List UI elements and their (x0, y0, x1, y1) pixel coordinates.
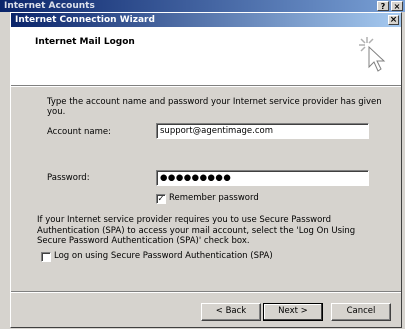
wizard-header: Internet Mail Logon (11, 27, 401, 85)
footer-separator (11, 291, 401, 293)
wizard-dialog: Internet Connection Wizard × Internet Ma… (10, 12, 402, 328)
page-title: Internet Mail Logon (35, 37, 135, 47)
close-button[interactable]: × (388, 15, 399, 25)
cancel-button[interactable]: Cancel (331, 303, 391, 321)
password-label: Password: (47, 173, 90, 183)
password-field[interactable]: ●●●●●●●●● (156, 170, 369, 186)
background-help-button[interactable]: ? (377, 1, 389, 11)
dialog-titlebar[interactable]: Internet Connection Wizard × (11, 13, 401, 27)
account-name-label: Account name: (47, 127, 111, 137)
instruction-text: Type the account name and password your … (47, 97, 382, 117)
back-button[interactable]: < Back (201, 303, 261, 321)
background-close-button[interactable]: × (391, 1, 403, 11)
remember-password-checkbox[interactable]: ✓ (156, 194, 166, 204)
account-name-field[interactable]: support@agentimage.com (156, 123, 369, 139)
wizard-cursor-icon (359, 37, 386, 72)
spa-checkbox[interactable] (41, 252, 51, 262)
dialog-title: Internet Connection Wizard (15, 15, 155, 25)
header-separator (11, 85, 401, 87)
spa-label[interactable]: Log on using Secure Password Authenticat… (54, 251, 273, 261)
background-window-title: Internet Accounts (4, 1, 95, 11)
background-window-titlebar: Internet Accounts ? × (0, 0, 405, 12)
remember-password-label[interactable]: Remember password (169, 193, 259, 203)
next-button[interactable]: Next > (263, 303, 323, 321)
spa-description: If your Internet service provider requir… (37, 215, 356, 246)
